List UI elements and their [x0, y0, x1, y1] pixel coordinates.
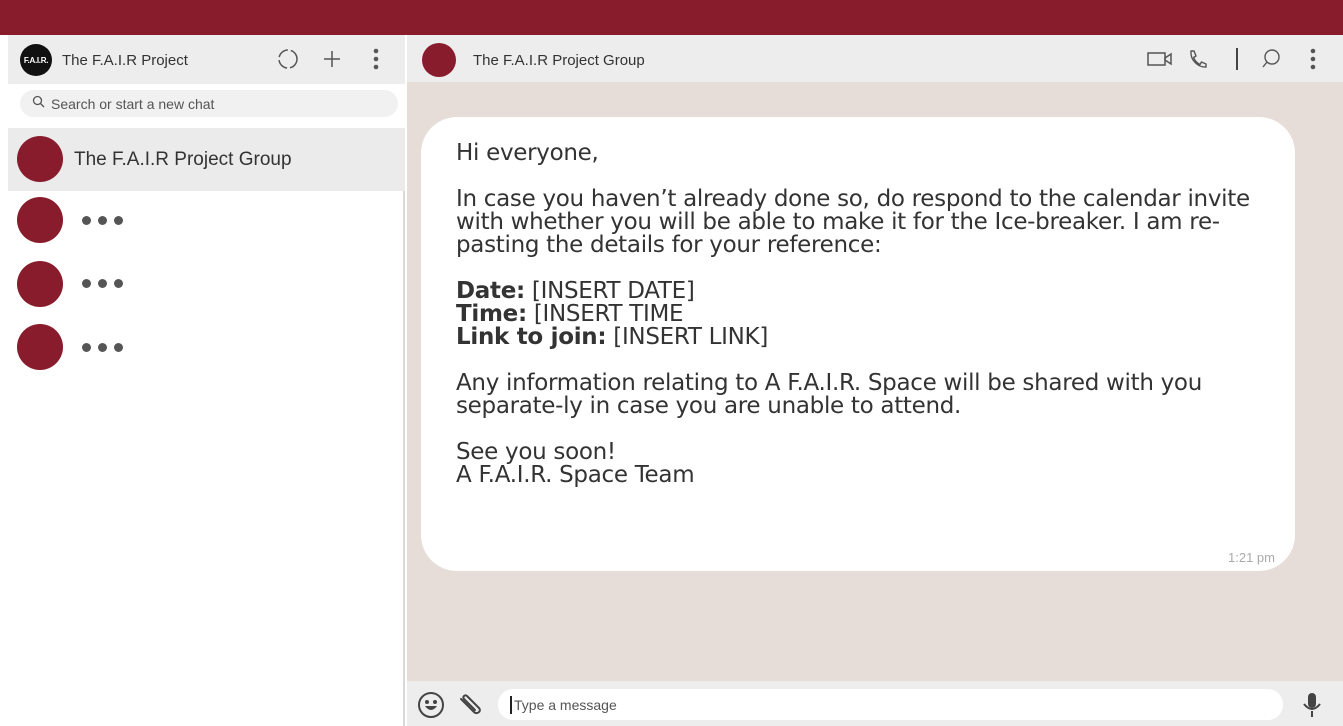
divider	[1225, 47, 1249, 71]
profile-logo[interactable]: F.A.I.R.	[20, 44, 52, 76]
chat-item-fair-project-group[interactable]: The F.A.I.R Project Group	[8, 128, 405, 191]
message-paragraph: In case you haven’t already done so, do …	[456, 186, 1250, 258]
ellipsis-icon	[82, 216, 123, 225]
attach-icon[interactable]	[455, 691, 487, 719]
message-date-line: Date: [INSERT DATE]	[456, 280, 1276, 303]
message-paragraph: Any information relating to A F.A.I.R. S…	[456, 370, 1202, 419]
message-text: Hi everyone, In case you haven’t already…	[456, 142, 1276, 487]
microphone-icon[interactable]	[1300, 691, 1324, 719]
link-value: [INSERT LINK]	[606, 324, 768, 350]
chat-item-placeholder[interactable]	[8, 255, 405, 318]
chat-name: The F.A.I.R Project Group	[74, 149, 292, 170]
conversation-header: The F.A.I.R Project Group	[407, 35, 1343, 82]
ellipsis-icon	[82, 343, 123, 352]
search-area	[8, 84, 405, 128]
ellipsis-icon	[82, 279, 123, 288]
search-input[interactable]	[51, 95, 381, 112]
message-input[interactable]	[514, 696, 1214, 713]
conversation-panel: The F.A.I.R Project Group Hi everyone, I…	[407, 35, 1343, 726]
message-input-box[interactable]	[498, 689, 1283, 720]
message-link-line: Link to join: [INSERT LINK]	[456, 326, 1276, 349]
sidebar-header: F.A.I.R. The F.A.I.R Project	[8, 35, 405, 84]
text-caret	[510, 695, 512, 714]
conversation-title[interactable]: The F.A.I.R Project Group	[473, 52, 645, 69]
new-chat-icon[interactable]	[320, 47, 344, 71]
menu-icon[interactable]	[364, 47, 388, 71]
sidebar-title: The F.A.I.R Project	[62, 52, 188, 69]
avatar	[17, 261, 63, 307]
menu-icon[interactable]	[1301, 47, 1325, 71]
message-bubble: Hi everyone, In case you haven’t already…	[421, 117, 1295, 571]
avatar	[17, 197, 63, 243]
search-icon[interactable]	[1259, 47, 1283, 71]
search-bar[interactable]	[20, 90, 398, 117]
message-greeting: Hi everyone,	[456, 140, 599, 166]
status-icon[interactable]	[276, 47, 300, 71]
message-signature: A F.A.I.R. Space Team	[456, 462, 695, 488]
message-time-line: Time: [INSERT TIME	[456, 303, 1276, 326]
emoji-icon[interactable]	[417, 691, 445, 719]
top-bar	[0, 0, 1343, 35]
link-label: Link to join:	[456, 324, 607, 350]
message-timestamp: 1:21 pm	[1228, 550, 1275, 565]
group-avatar[interactable]	[422, 43, 456, 77]
voice-call-icon[interactable]	[1185, 47, 1209, 71]
chat-item-placeholder[interactable]	[8, 319, 405, 382]
video-call-icon[interactable]	[1145, 47, 1175, 71]
logo-text: F.A.I.R.	[23, 55, 49, 65]
chat-item-placeholder[interactable]	[8, 191, 405, 254]
search-icon	[32, 95, 45, 113]
message-composer	[407, 681, 1343, 726]
avatar	[17, 136, 63, 182]
message-closing: See you soon!	[456, 439, 616, 465]
avatar	[17, 324, 63, 370]
app-window: F.A.I.R. The F.A.I.R Project The F.A.	[8, 35, 1343, 726]
chat-list-panel: F.A.I.R. The F.A.I.R Project The F.A.	[8, 35, 405, 726]
